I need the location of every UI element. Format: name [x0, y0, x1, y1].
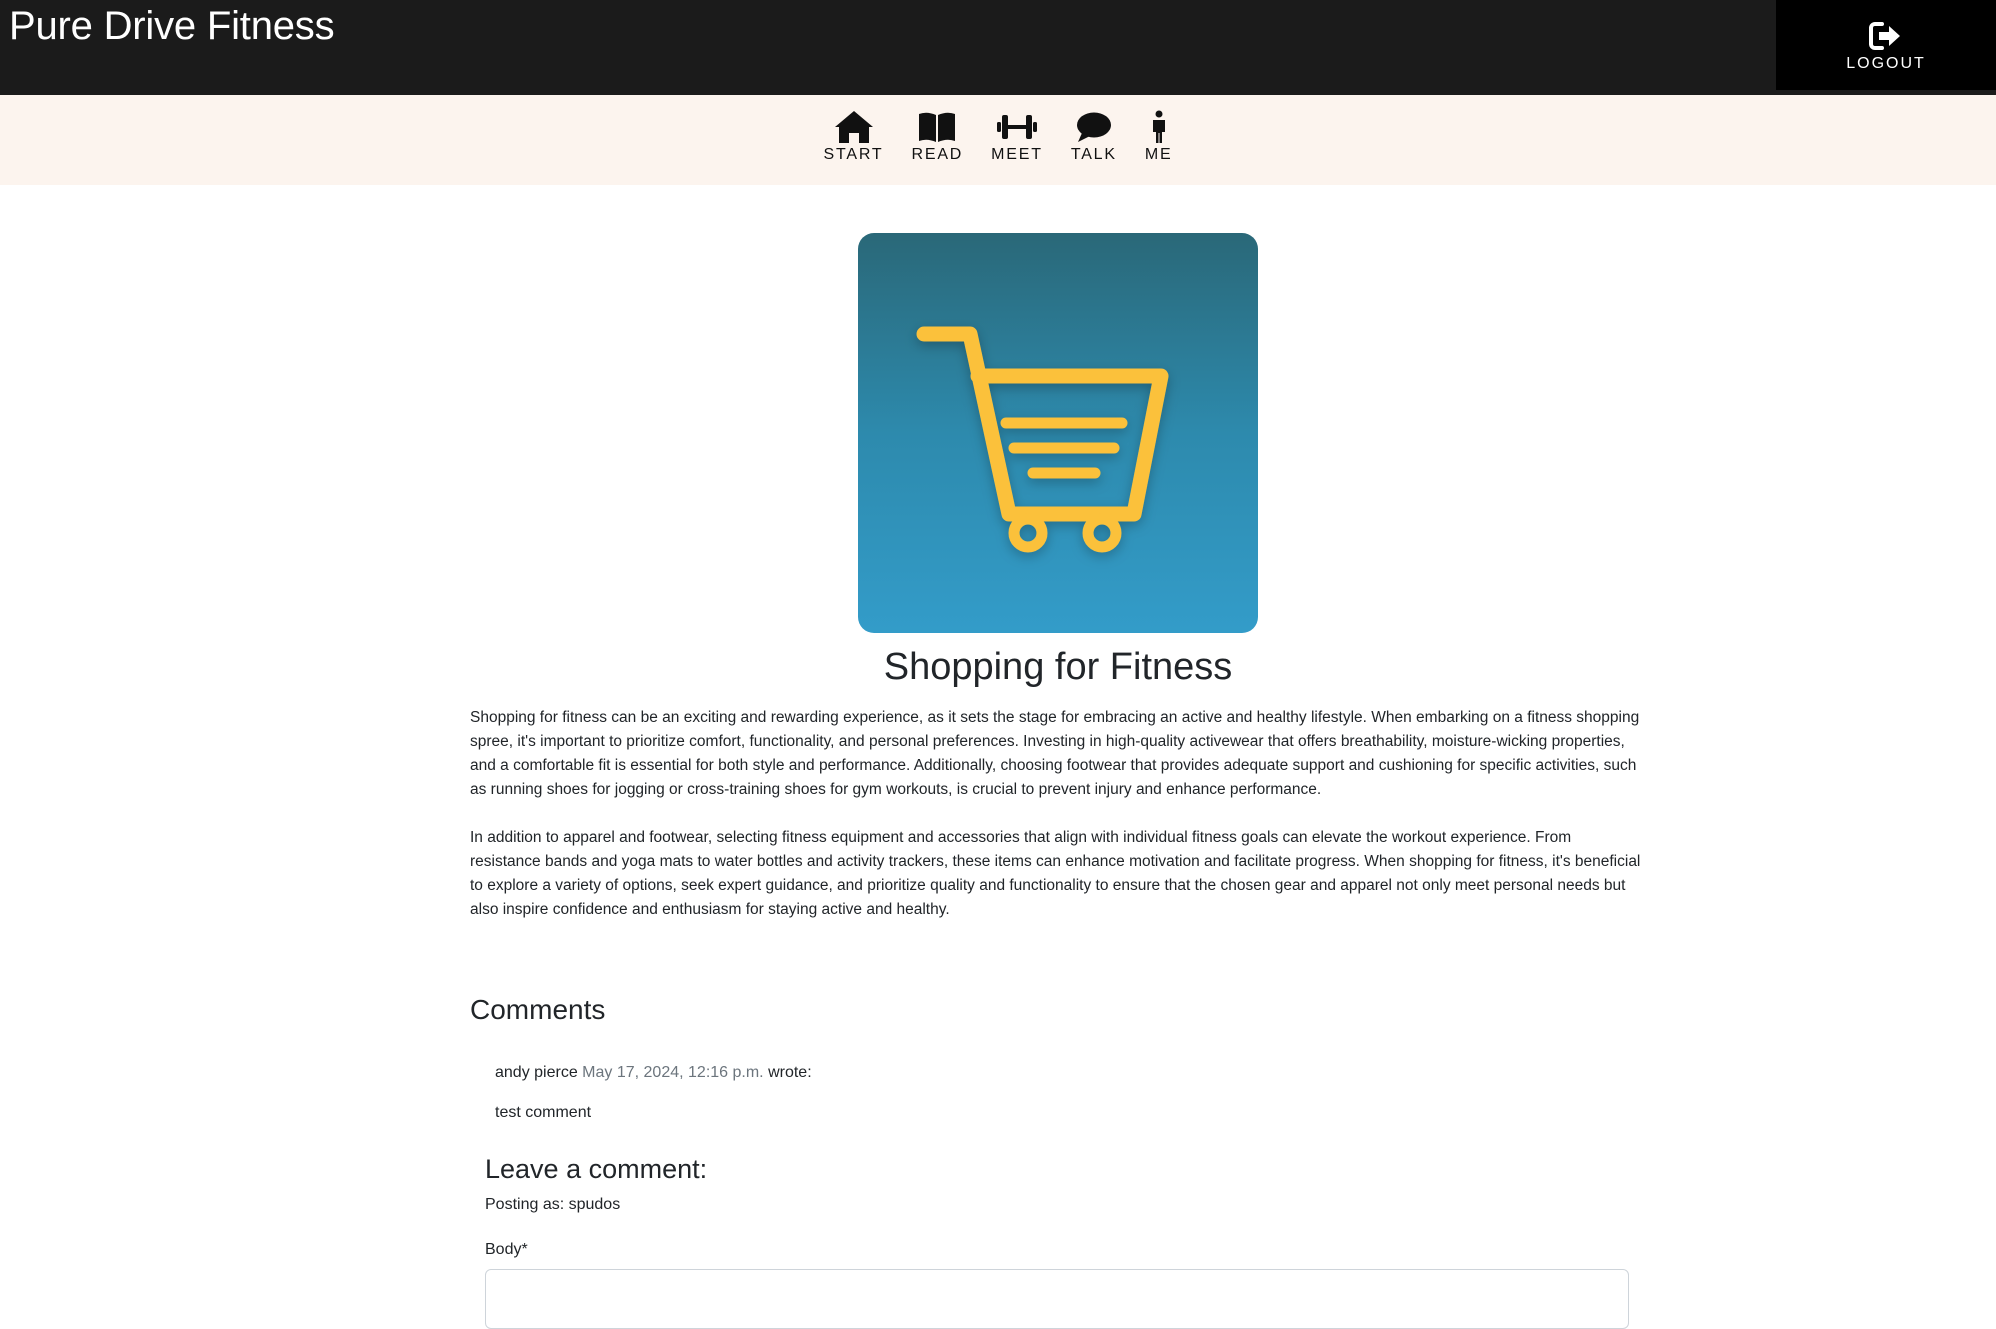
logout-icon — [1869, 22, 1900, 50]
post-body: Shopping for fitness can be an exciting … — [470, 706, 1646, 946]
nav-item-talk[interactable]: TALK — [1057, 110, 1131, 164]
post-title: Shopping for Fitness — [883, 646, 1233, 688]
comment-wrote: wrote: — [768, 1064, 812, 1081]
post-paragraph: In addition to apparel and footwear, sel… — [470, 829, 1641, 918]
nav-label-talk: TALK — [1070, 146, 1117, 163]
comment-item: andy pierce May 17, 2024, 12:16 p.m. wro… — [495, 1062, 1595, 1124]
comment-date: May 17, 2024, 12:16 p.m. — [582, 1064, 764, 1081]
shopping-cart-icon — [916, 326, 1169, 553]
person-icon — [1152, 110, 1165, 143]
speech-bubble-icon — [1076, 112, 1111, 142]
post-paragraph: Shopping for fitness can be an exciting … — [470, 709, 1640, 798]
nav-label-meet: MEET — [991, 146, 1043, 163]
comment-body: test comment — [495, 1104, 592, 1121]
post-image — [858, 233, 1258, 633]
nav-item-read[interactable]: READ — [898, 110, 978, 164]
comments-heading: Comments — [470, 994, 606, 1025]
comment-author: andy pierce — [495, 1064, 578, 1081]
book-icon — [919, 112, 956, 142]
nav-item-me[interactable]: ME — [1131, 110, 1187, 164]
main-nav: START READ MEET TALK ME — [0, 95, 1996, 185]
nav-label-start: START — [823, 146, 884, 163]
leave-comment-heading: Leave a comment: — [485, 1154, 708, 1184]
top-header: Pure Drive Fitness LOGOUT — [0, 0, 1996, 95]
comment-meta: andy pierce May 17, 2024, 12:16 p.m. wro… — [495, 1062, 1595, 1084]
nav-label-read: READ — [911, 146, 964, 163]
logout-button[interactable]: LOGOUT — [1776, 0, 1996, 90]
logout-label: LOGOUT — [1846, 55, 1926, 72]
home-icon — [834, 111, 873, 143]
nav-label-me: ME — [1144, 146, 1173, 163]
comment-body-textarea[interactable] — [485, 1269, 1629, 1329]
body-field-label: Body* — [485, 1241, 528, 1258]
nav-item-meet[interactable]: MEET — [977, 110, 1057, 164]
brand-title[interactable]: Pure Drive Fitness — [9, 2, 335, 50]
posting-as-text: Posting as: spudos — [485, 1196, 621, 1213]
nav-item-start[interactable]: START — [810, 110, 898, 164]
dumbbell-icon — [996, 115, 1037, 139]
